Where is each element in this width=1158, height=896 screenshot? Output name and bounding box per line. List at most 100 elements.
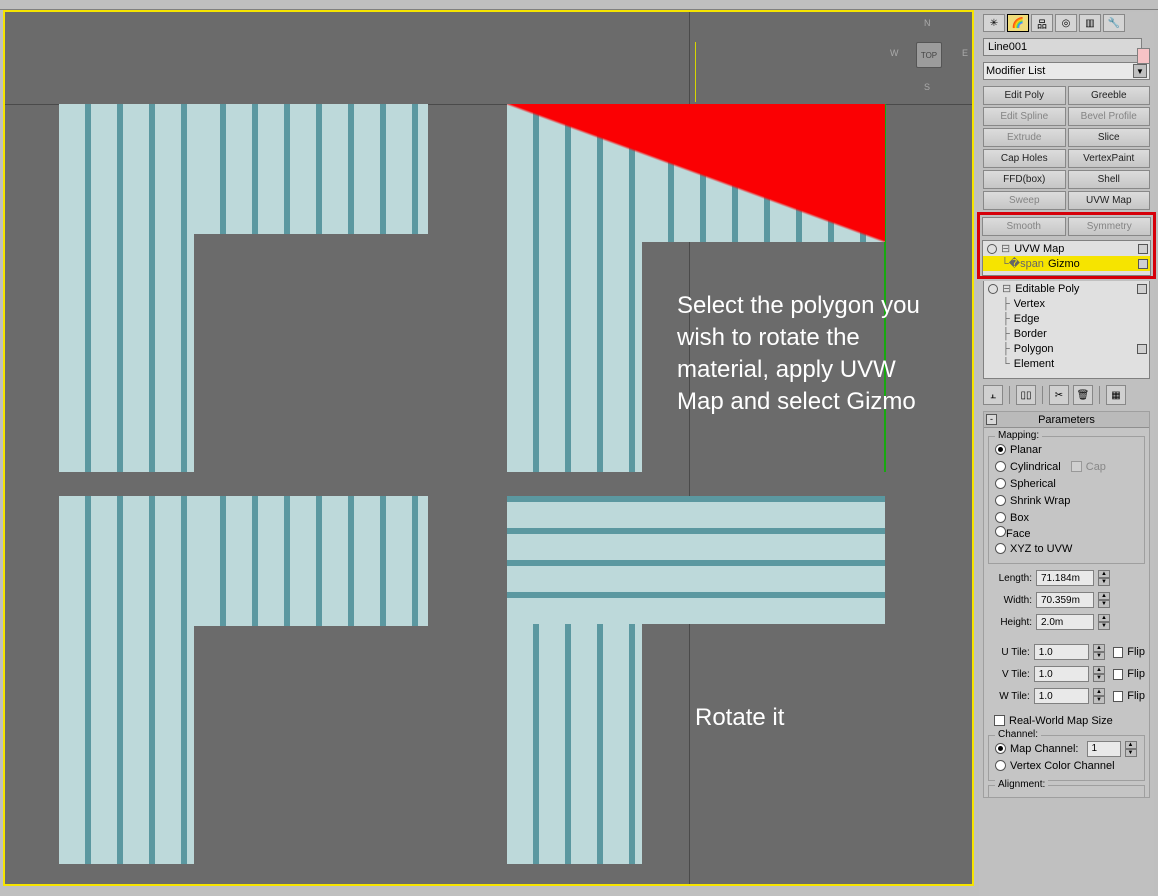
stack-uvw-map[interactable]: ⊟ UVW Map [983, 241, 1150, 256]
sweep-button[interactable]: Sweep [983, 191, 1066, 210]
stack-polygon[interactable]: ├Polygon [984, 341, 1149, 356]
channel-legend: Channel: [995, 729, 1041, 740]
shell-button[interactable]: Shell [1068, 170, 1151, 189]
tab-hierarchy-icon[interactable]: 品 [1031, 14, 1053, 32]
command-panel-tabs: ✳ 🌈 品 ◎ ▥ 🔧 [979, 12, 1154, 34]
tab-display-icon[interactable]: ▥ [1079, 14, 1101, 32]
view-cube-face[interactable]: TOP [916, 42, 942, 68]
stack-element[interactable]: └Element [984, 356, 1149, 371]
parameters-rollout: - Parameters Mapping: Planar Cylindrical… [983, 411, 1150, 798]
pin-stack-icon[interactable]: ⫠ [983, 385, 1003, 405]
stack-vertex[interactable]: ├Vertex [984, 296, 1149, 311]
uvw-map-button[interactable]: UVW Map [1068, 191, 1151, 210]
width-spinner[interactable]: ▲▼ [1098, 592, 1110, 608]
greeble-button[interactable]: Greeble [1068, 86, 1151, 105]
make-unique-icon[interactable]: ✂ [1049, 385, 1069, 405]
extrude-button[interactable]: Extrude [983, 128, 1066, 147]
stack-border[interactable]: ├Border [984, 326, 1149, 341]
vertex-color-radio[interactable]: Vertex Color Channel [995, 757, 1138, 774]
viewport-top[interactable]: N S W E TOP Select the polygon you wish … [3, 10, 974, 886]
u-flip-checkbox[interactable] [1113, 647, 1124, 658]
stack-toggle-icon[interactable] [1137, 284, 1147, 294]
alignment-fieldset: Alignment: [988, 785, 1145, 797]
mapping-fieldset: Mapping: Planar CylindricalCap Spherical… [988, 436, 1145, 564]
height-spinner[interactable]: ▲▼ [1098, 614, 1110, 630]
mapping-face[interactable]: Face [995, 526, 1138, 540]
bevel-profile-button[interactable]: Bevel Profile [1068, 107, 1151, 126]
configure-sets-icon[interactable]: ▦ [1106, 385, 1126, 405]
length-spinner[interactable]: ▲▼ [1098, 570, 1110, 586]
length-input[interactable]: 71.184m [1036, 570, 1094, 586]
ffd-box-button[interactable]: FFD(box) [983, 170, 1066, 189]
annotation-text-1: Select the polygon you wish to rotate th… [677, 290, 927, 418]
vertex-paint-button[interactable]: VertexPaint [1068, 149, 1151, 168]
edit-spline-button[interactable]: Edit Spline [983, 107, 1066, 126]
mapping-cylindrical[interactable]: CylindricalCap [995, 458, 1138, 475]
geometry-l1-vert[interactable] [59, 104, 194, 472]
map-channel-spinner[interactable]: ▲▼ [1125, 741, 1137, 757]
u-tile-input[interactable]: 1.0 [1034, 644, 1090, 660]
remove-modifier-icon[interactable]: 🗑 [1073, 385, 1093, 405]
real-world-checkbox[interactable] [994, 715, 1005, 726]
geometry-l3-vert[interactable] [59, 496, 194, 864]
stack-toggle-icon[interactable] [1138, 259, 1148, 269]
mapping-spherical[interactable]: Spherical [995, 475, 1138, 492]
edit-poly-button[interactable]: Edit Poly [983, 86, 1066, 105]
u-tile-row: U Tile:1.0▲▼Flip [988, 642, 1145, 662]
width-row: Width:70.359m▲▼ [988, 590, 1145, 610]
compass-e: E [962, 48, 968, 58]
mapping-box[interactable]: Box [995, 509, 1138, 526]
tab-modify-icon[interactable]: 🌈 [1007, 14, 1029, 32]
stack-toggle-icon[interactable] [1137, 344, 1147, 354]
stack-gizmo[interactable]: └�span Gizmo [983, 256, 1150, 271]
v-tile-input[interactable]: 1.0 [1034, 666, 1090, 682]
w-tile-row: W Tile:1.0▲▼Flip [988, 686, 1145, 706]
modifier-stack-top[interactable]: ⊟ UVW Map └�span Gizmo [982, 240, 1151, 276]
rollout-collapse-icon[interactable]: - [986, 414, 997, 425]
mapping-shrink-wrap[interactable]: Shrink Wrap [995, 492, 1138, 509]
cap-holes-button[interactable]: Cap Holes [983, 149, 1066, 168]
v-tile-spinner[interactable]: ▲▼ [1093, 666, 1104, 682]
stack-visibility-icon[interactable] [987, 244, 997, 254]
geometry-l1-horz[interactable] [194, 104, 428, 234]
mapping-xyz[interactable]: XYZ to UVW [995, 540, 1138, 557]
tab-create-icon[interactable]: ✳ [983, 14, 1005, 32]
stack-edge[interactable]: ├Edge [984, 311, 1149, 326]
w-tile-input[interactable]: 1.0 [1034, 688, 1090, 704]
real-world-checkbox-row[interactable]: Real-World Map Size [994, 712, 1139, 729]
w-flip-checkbox[interactable] [1113, 691, 1124, 702]
stack-editable-poly[interactable]: ⊟ Editable Poly [984, 281, 1149, 296]
mapping-planar[interactable]: Planar [995, 441, 1138, 458]
height-input[interactable]: 2.0m [1036, 614, 1094, 630]
w-tile-spinner[interactable]: ▲▼ [1093, 688, 1104, 704]
v-flip-checkbox[interactable] [1113, 669, 1124, 680]
length-row: Length:71.184m▲▼ [988, 568, 1145, 588]
symmetry-button[interactable]: Symmetry [1068, 217, 1152, 236]
geometry-l4-vert-lower[interactable] [507, 624, 642, 864]
u-tile-spinner[interactable]: ▲▼ [1093, 644, 1104, 660]
smooth-button[interactable]: Smooth [982, 217, 1066, 236]
channel-fieldset: Channel: Map Channel:1▲▼ Vertex Color Ch… [988, 735, 1145, 781]
geometry-l3-horz[interactable] [194, 496, 428, 626]
map-channel-input[interactable]: 1 [1087, 741, 1121, 757]
parameters-header[interactable]: - Parameters [984, 412, 1149, 428]
view-cube[interactable]: N S W E TOP [894, 20, 964, 90]
v-tile-row: V Tile:1.0▲▼Flip [988, 664, 1145, 684]
top-toolbar-partial [0, 0, 1158, 10]
slice-button[interactable]: Slice [1068, 128, 1151, 147]
geometry-l4-horz-rotated[interactable] [507, 496, 885, 624]
modifier-list-dropdown[interactable]: Modifier List ▼ [983, 62, 1150, 80]
tab-motion-icon[interactable]: ◎ [1055, 14, 1077, 32]
show-end-result-icon[interactable]: ▯▯ [1016, 385, 1036, 405]
command-panel: ✳ 🌈 品 ◎ ▥ 🔧 Modifier List ▼ Edit Poly Gr… [979, 12, 1154, 896]
selected-polygon-face[interactable] [507, 104, 885, 242]
map-channel-radio[interactable]: Map Channel:1▲▼ [995, 740, 1138, 757]
compass-n: N [924, 18, 931, 28]
stack-visibility-icon[interactable] [988, 284, 998, 294]
object-name-input[interactable] [983, 38, 1142, 56]
width-input[interactable]: 70.359m [1036, 592, 1094, 608]
stack-toggle-icon[interactable] [1138, 244, 1148, 254]
object-color-swatch[interactable] [1137, 48, 1150, 64]
modifier-stack-bottom[interactable]: ⊟ Editable Poly ├Vertex ├Edge ├Border ├P… [983, 281, 1150, 379]
tab-utilities-icon[interactable]: 🔧 [1103, 14, 1125, 32]
